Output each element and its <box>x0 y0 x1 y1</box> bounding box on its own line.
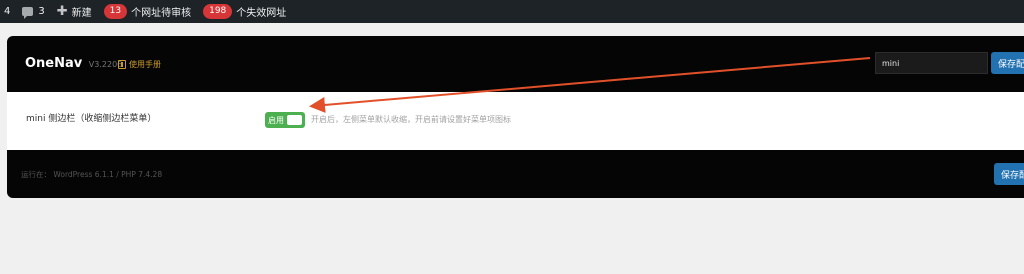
annotation-arrow <box>309 57 871 113</box>
